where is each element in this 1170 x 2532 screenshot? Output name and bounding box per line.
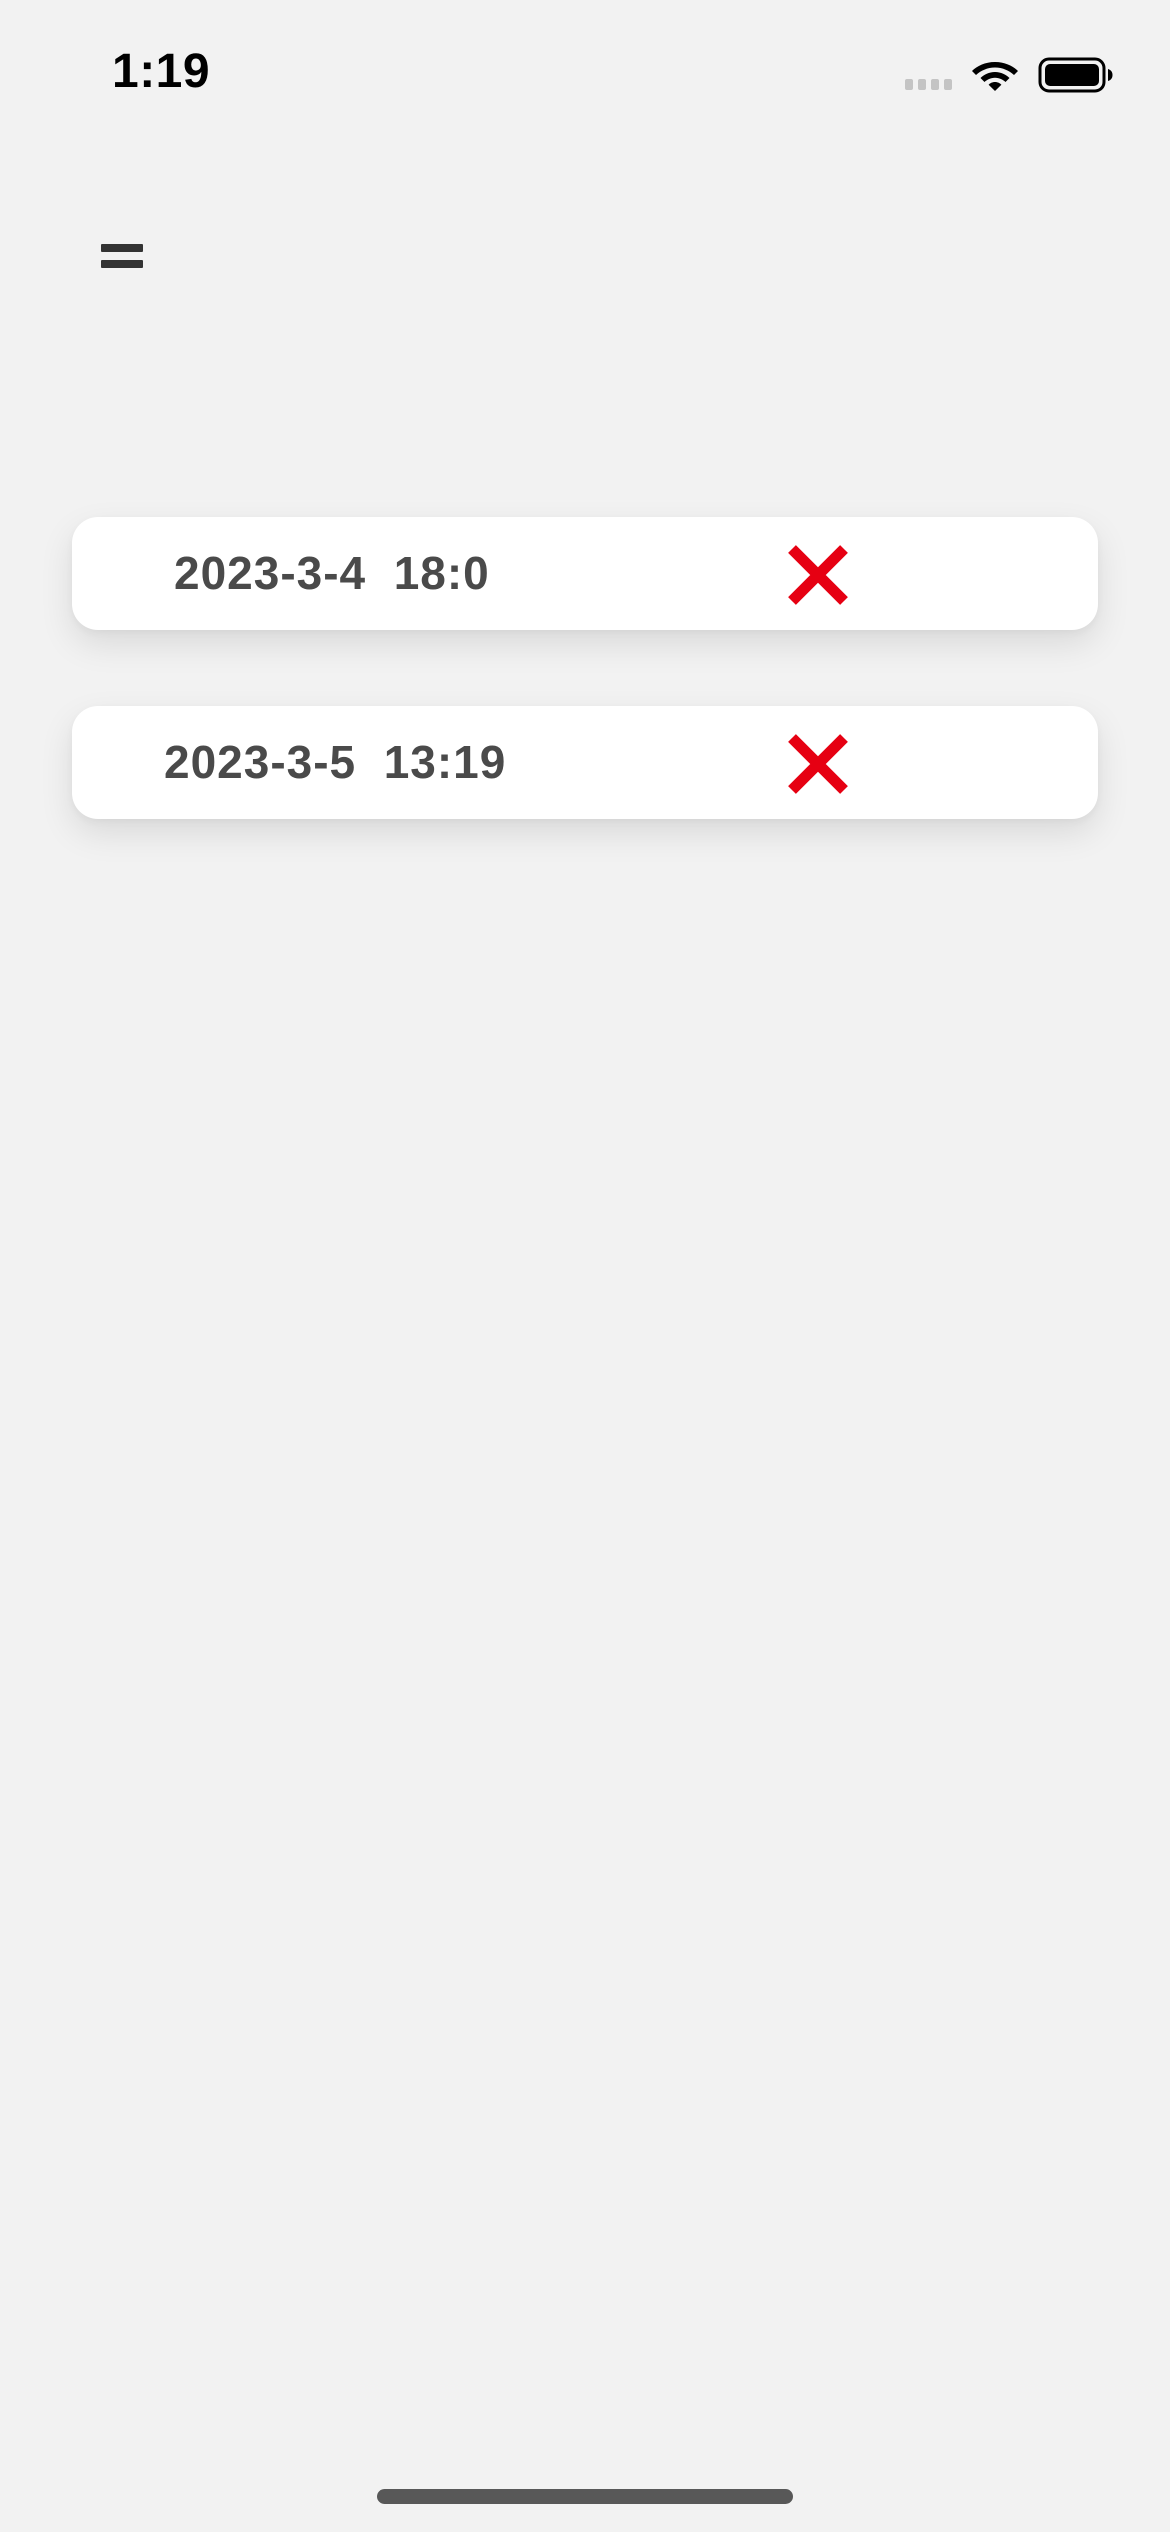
menu-button[interactable]	[90, 228, 154, 284]
list-item[interactable]: 2023-3-5 13:19	[72, 706, 1098, 819]
cellular-signal-icon	[905, 60, 952, 90]
status-icons	[905, 52, 1114, 98]
battery-icon	[1038, 57, 1113, 93]
close-icon	[788, 734, 848, 794]
status-time: 1:19	[112, 45, 211, 98]
record-list: 2023-3-4 18:0 2023-3-5 13:19	[72, 517, 1098, 895]
app-screen: 1:19 2023-3-4 18:0 2023-3-5 13:19	[0, 0, 1170, 2532]
menu-icon-bar	[101, 260, 143, 268]
close-icon	[788, 545, 848, 605]
delete-button[interactable]	[786, 732, 850, 796]
delete-button[interactable]	[786, 543, 850, 607]
record-datetime: 2023-3-4 18:0	[174, 547, 490, 599]
wifi-icon	[972, 62, 1018, 91]
record-datetime: 2023-3-5 13:19	[164, 736, 507, 788]
home-indicator[interactable]	[377, 2489, 793, 2504]
menu-icon-bar	[101, 244, 143, 252]
list-item[interactable]: 2023-3-4 18:0	[72, 517, 1098, 630]
